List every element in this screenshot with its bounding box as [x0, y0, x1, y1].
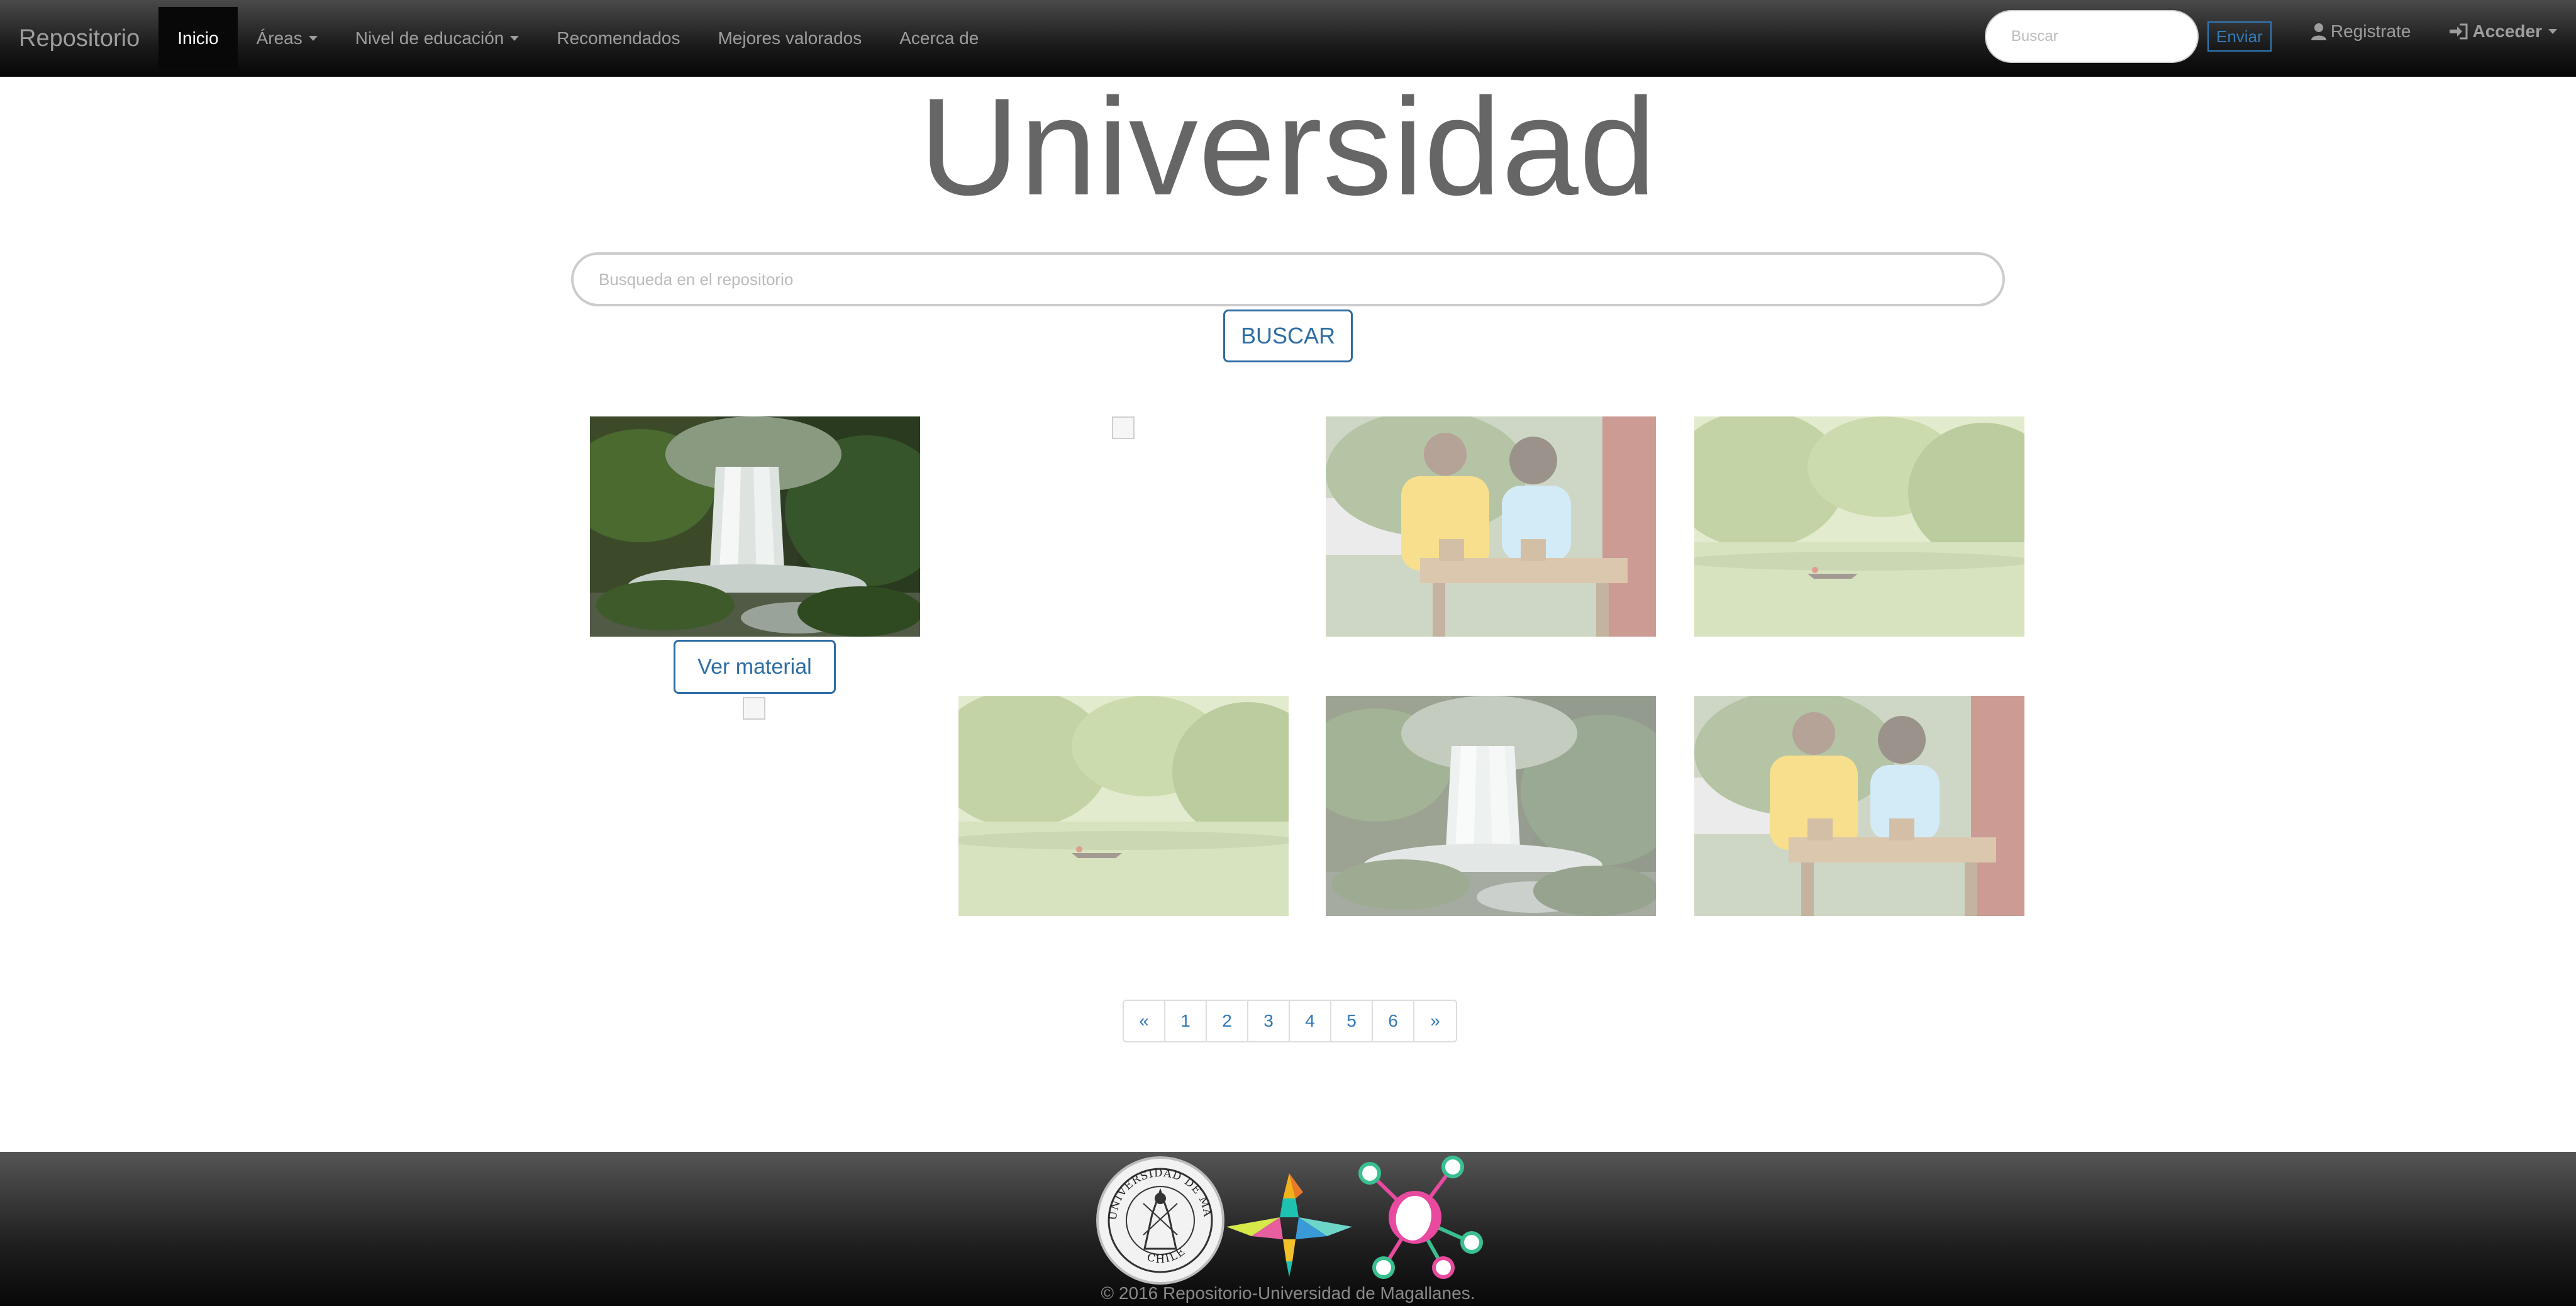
nav-item-mejores-valorados[interactable]: Mejores valorados	[699, 7, 880, 70]
pagination-prev[interactable]: «	[1124, 1001, 1165, 1041]
user-icon	[2311, 23, 2326, 40]
navbar-right: Buscar Enviar Registrate Acceder	[1984, 0, 2576, 63]
pagination: « 1 2 3 4 5 6 »	[1123, 1000, 1457, 1042]
navbar-brand[interactable]: Repositorio	[0, 7, 158, 70]
footer-logos: UNIVERSIDAD DE MAGALLANES CHILE	[1094, 1154, 1484, 1286]
pagination-page-6[interactable]: 6	[1373, 1001, 1414, 1041]
navbar-submit-button[interactable]: Enviar	[2207, 21, 2272, 52]
caret-down-icon	[308, 36, 318, 41]
navbar-search-input[interactable]: Buscar	[1984, 10, 2199, 63]
view-material-button[interactable]: Ver material	[674, 640, 836, 694]
waterfall-photo[interactable]	[590, 416, 920, 637]
pagination-page-4[interactable]: 4	[1290, 1001, 1331, 1041]
login-link[interactable]: Acceder	[2448, 21, 2557, 42]
lake-photo[interactable]	[1694, 416, 2024, 637]
repository-search-input[interactable]: Busqueda en el repositorio	[571, 252, 2005, 306]
footer-copyright: © 2016 Repositorio-Universidad de Magall…	[1101, 1283, 1475, 1303]
colorful-bird-icon	[1226, 1173, 1352, 1277]
nav-item-recomendados[interactable]: Recomendados	[538, 7, 699, 70]
broken-image-icon[interactable]	[1112, 416, 1135, 439]
nav-item-nivel-educacion[interactable]: Nivel de educación	[336, 7, 538, 70]
pagination-page-1[interactable]: 1	[1165, 1001, 1207, 1041]
nav-item-acerca-de[interactable]: Acerca de	[880, 7, 997, 70]
university-seal-icon: UNIVERSIDAD DE MAGALLANES CHILE	[1094, 1154, 1224, 1285]
search-button[interactable]: BUSCAR	[1223, 310, 1353, 362]
top-navbar: Repositorio Inicio Áreas Nivel de educac…	[0, 0, 2576, 77]
nav-item-areas[interactable]: Áreas	[238, 7, 336, 70]
caret-down-icon	[2548, 29, 2557, 34]
pagination-page-2[interactable]: 2	[1207, 1001, 1248, 1041]
nav-item-inicio[interactable]: Inicio	[158, 7, 238, 70]
molecule-icon	[1358, 1156, 1483, 1279]
pagination-next[interactable]: »	[1414, 1001, 1456, 1041]
waterfall-photo[interactable]	[1326, 696, 1656, 916]
children-photo[interactable]	[1326, 416, 1656, 637]
login-icon	[2450, 23, 2468, 40]
pagination-page-3[interactable]: 3	[1248, 1001, 1290, 1041]
page-title: Universidad	[919, 69, 1657, 224]
caret-down-icon	[510, 36, 519, 41]
pagination-page-5[interactable]: 5	[1331, 1001, 1373, 1041]
children-photo[interactable]	[1694, 696, 2024, 916]
broken-image-icon[interactable]	[743, 697, 765, 720]
lake-photo[interactable]	[958, 696, 1289, 916]
register-link[interactable]: Registrate	[2311, 21, 2411, 42]
